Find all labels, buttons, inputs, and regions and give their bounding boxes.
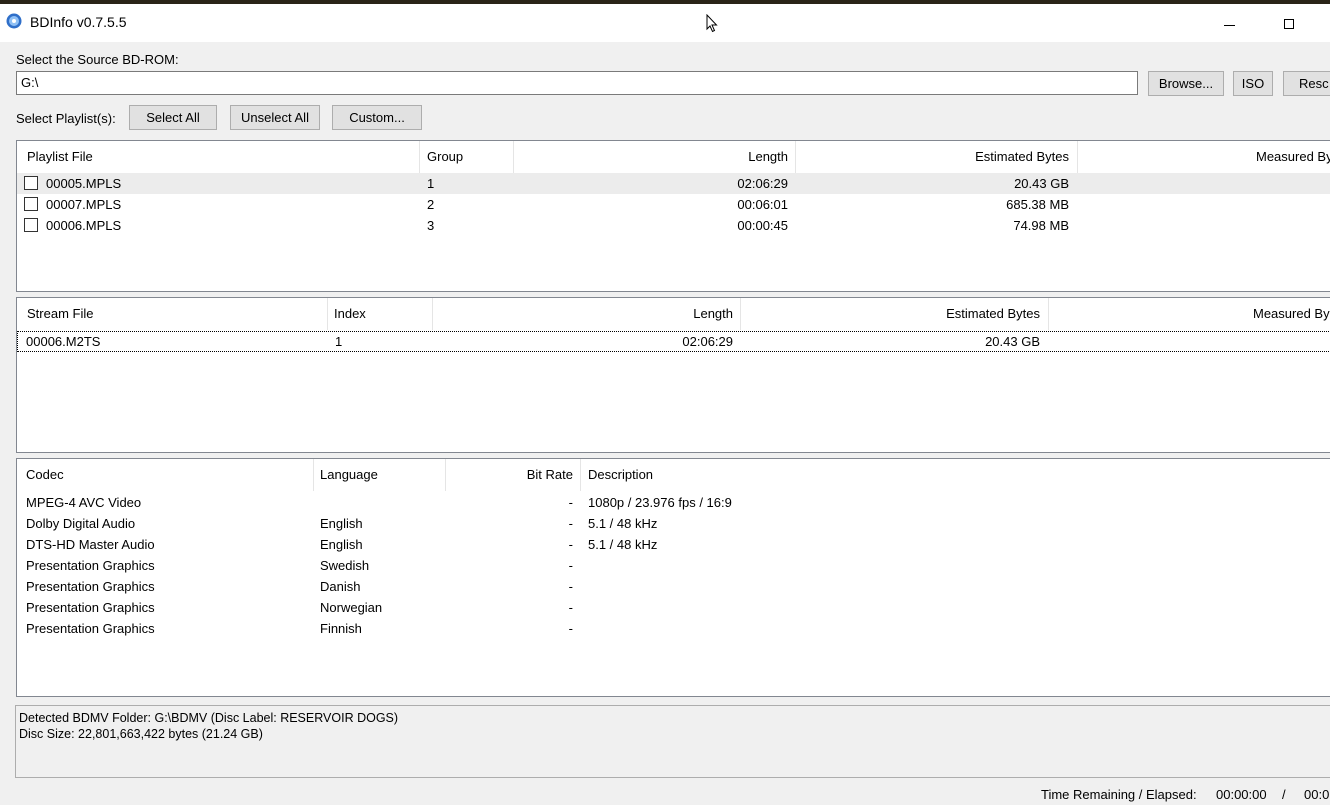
col-length[interactable]: Length [433, 298, 733, 330]
codec-row[interactable]: MPEG-4 AVC Video - 1080p / 23.976 fps / … [17, 492, 1330, 513]
title-bar: BDInfo v0.7.5.5 [0, 4, 1330, 42]
codec-description: 5.1 / 48 kHz [588, 537, 658, 552]
col-language[interactable]: Language [320, 459, 440, 491]
status-line: Disc Size: 22,801,663,422 bytes (21.24 G… [19, 727, 263, 741]
codec-language: Danish [320, 579, 361, 594]
custom-button[interactable]: Custom... [332, 105, 422, 130]
codec-name: MPEG-4 AVC Video [26, 495, 142, 510]
mouse-cursor-icon [706, 14, 718, 33]
time-label: Time Remaining / Elapsed: [1041, 787, 1197, 802]
stream-file: 00006.M2TS [26, 334, 101, 349]
playlist-list[interactable]: Playlist File Group Length Estimated Byt… [16, 140, 1330, 292]
browse-button[interactable]: Browse... [1148, 71, 1224, 96]
codec-description: 5.1 / 48 kHz [588, 516, 658, 531]
codec-name: DTS-HD Master Audio [26, 537, 155, 552]
row-checkbox[interactable] [24, 218, 38, 232]
codec-bitrate: - [568, 621, 573, 636]
codec-list[interactable]: Codec Language Bit Rate Description MPEG… [16, 458, 1330, 697]
codec-row[interactable]: DTS-HD Master Audio English - 5.1 / 48 k… [17, 534, 1330, 555]
playlist-label: Select Playlist(s): [16, 111, 116, 126]
codec-language: Norwegian [320, 600, 383, 615]
codec-bitrate: - [568, 558, 573, 573]
codec-bitrate: - [568, 516, 573, 531]
codec-name: Presentation Graphics [26, 579, 155, 594]
stream-index: 1 [335, 334, 343, 349]
playlist-length: 00:00:45 [737, 218, 788, 233]
row-checkbox[interactable] [24, 176, 38, 190]
col-stream-file[interactable]: Stream File [27, 298, 327, 330]
playlist-bytes: 20.43 GB [1014, 176, 1069, 191]
codec-row[interactable]: Presentation Graphics Finnish - [17, 618, 1330, 639]
codec-row[interactable]: Dolby Digital Audio English - 5.1 / 48 k… [17, 513, 1330, 534]
col-description[interactable]: Description [588, 459, 888, 491]
maximize-button[interactable] [1266, 8, 1312, 38]
codec-name: Presentation Graphics [26, 558, 155, 573]
codec-bitrate: - [568, 600, 573, 615]
codec-header: Codec Language Bit Rate Description [17, 459, 1330, 491]
playlist-header: Playlist File Group Length Estimated Byt… [17, 141, 1330, 173]
source-label: Select the Source BD-ROM: [16, 52, 179, 67]
codec-language: English [320, 537, 363, 552]
playlist-file: 00006.MPLS [46, 218, 122, 233]
playlist-length: 02:06:29 [737, 176, 788, 191]
minimize-button[interactable] [1206, 8, 1252, 38]
codec-name: Presentation Graphics [26, 600, 155, 615]
playlist-group: 1 [427, 176, 435, 191]
col-codec[interactable]: Codec [26, 459, 306, 491]
codec-row[interactable]: Presentation Graphics Swedish - [17, 555, 1330, 576]
bluray-disc-icon [6, 13, 22, 29]
rescan-button[interactable]: Resc [1283, 71, 1330, 96]
time-remaining: 00:00:00 [1216, 787, 1267, 802]
col-length[interactable]: Length [514, 141, 788, 173]
stream-bytes: 20.43 GB [985, 334, 1040, 349]
codec-bitrate: - [568, 579, 573, 594]
col-playlist-file[interactable]: Playlist File [27, 141, 417, 173]
window-title: BDInfo v0.7.5.5 [30, 14, 127, 30]
codec-row[interactable]: Presentation Graphics Danish - [17, 576, 1330, 597]
row-checkbox[interactable] [24, 197, 38, 211]
playlist-group: 3 [427, 218, 435, 233]
playlist-length: 00:06:01 [737, 197, 788, 212]
status-textbox[interactable]: Detected BDMV Folder: G:\BDMV (Disc Labe… [15, 705, 1330, 778]
source-path-input[interactable]: G:\ [16, 71, 1138, 95]
time-separator: / [1282, 787, 1286, 802]
playlist-row[interactable]: 00006.MPLS 3 00:00:45 74.98 MB [17, 215, 1330, 236]
col-measured-bytes[interactable]: Measured By [1256, 141, 1330, 173]
iso-button[interactable]: ISO [1233, 71, 1273, 96]
time-elapsed: 00:0 [1304, 787, 1330, 802]
codec-row[interactable]: Presentation Graphics Norwegian - [17, 597, 1330, 618]
codec-name: Presentation Graphics [26, 621, 155, 636]
codec-language: English [320, 516, 363, 531]
codec-name: Dolby Digital Audio [26, 516, 136, 531]
col-estimated-bytes[interactable]: Estimated Bytes [796, 141, 1069, 173]
codec-language: Finnish [320, 621, 362, 636]
stream-row[interactable]: 00006.M2TS 1 02:06:29 20.43 GB [17, 331, 1330, 352]
col-group[interactable]: Group [427, 141, 507, 173]
stream-header: Stream File Index Length Estimated Bytes… [17, 298, 1330, 330]
stream-list[interactable]: Stream File Index Length Estimated Bytes… [16, 297, 1330, 453]
col-estimated-bytes[interactable]: Estimated Bytes [741, 298, 1040, 330]
col-measured-bytes[interactable]: Measured By [1253, 298, 1330, 330]
col-index[interactable]: Index [334, 298, 424, 330]
playlist-file: 00005.MPLS [46, 176, 122, 191]
codec-language: Swedish [320, 558, 370, 573]
status-line: Detected BDMV Folder: G:\BDMV (Disc Labe… [19, 711, 399, 725]
codec-bitrate: - [568, 537, 573, 552]
stream-length: 02:06:29 [682, 334, 733, 349]
codec-description: 1080p / 23.976 fps / 16:9 [588, 495, 732, 510]
unselect-all-button[interactable]: Unselect All [230, 105, 320, 130]
playlist-group: 2 [427, 197, 435, 212]
playlist-bytes: 74.98 MB [1013, 218, 1069, 233]
codec-bitrate: - [568, 495, 573, 510]
select-all-button[interactable]: Select All [129, 105, 217, 130]
playlist-row[interactable]: 00005.MPLS 1 02:06:29 20.43 GB [17, 173, 1330, 194]
playlist-file: 00007.MPLS [46, 197, 122, 212]
col-bit-rate[interactable]: Bit Rate [446, 459, 573, 491]
playlist-bytes: 685.38 MB [1006, 197, 1069, 212]
playlist-row[interactable]: 00007.MPLS 2 00:06:01 685.38 MB [17, 194, 1330, 215]
